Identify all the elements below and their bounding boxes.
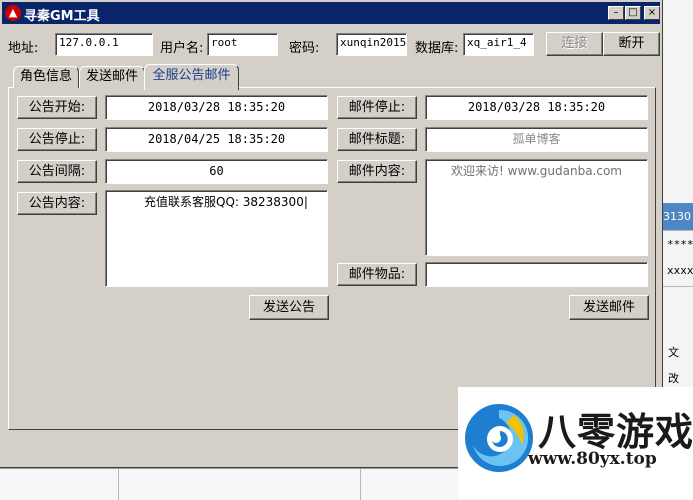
- announce-start-field[interactable]: 2018/03/28 18:35:20: [105, 95, 328, 120]
- close-button[interactable]: ×: [644, 6, 660, 20]
- database-label: 数据库:: [415, 41, 459, 56]
- announce-interval-field[interactable]: 60: [105, 159, 328, 184]
- username-input[interactable]: root: [207, 33, 278, 56]
- mail-items-field[interactable]: [425, 262, 648, 287]
- send-announcement-button[interactable]: 发送公告: [249, 295, 329, 320]
- mail-title-button[interactable]: 邮件标题:: [337, 128, 417, 151]
- mail-content-text: 欢迎来访! www.gudanba.com: [451, 164, 622, 178]
- mail-content-textarea[interactable]: 欢迎来访! www.gudanba.com: [425, 159, 648, 256]
- minimize-button[interactable]: –: [608, 6, 624, 20]
- mail-content-button[interactable]: 邮件内容:: [337, 160, 417, 183]
- mail-stop-button[interactable]: 邮件停止:: [337, 96, 417, 119]
- connect-button[interactable]: 连接: [546, 32, 603, 56]
- watermark-logo: 八零游戏 www.80yx.top: [458, 387, 693, 499]
- tab-send-mail[interactable]: 发送邮件: [79, 66, 145, 88]
- mail-title-field[interactable]: 孤单博客: [425, 127, 648, 152]
- address-input[interactable]: 127.0.0.1: [55, 33, 153, 56]
- announce-stop-field[interactable]: 2018/04/25 18:35:20: [105, 127, 328, 152]
- announce-stop-button[interactable]: 公告停止:: [17, 128, 97, 151]
- tab-role-info[interactable]: 角色信息: [13, 66, 79, 88]
- window-title: 寻秦GM工具: [24, 9, 100, 24]
- announce-content-button[interactable]: 公告内容:: [17, 192, 97, 215]
- background-divider: [360, 469, 361, 500]
- background-cell: 文: [668, 346, 679, 359]
- background-cell: xxxx: [667, 264, 693, 277]
- background-cell: ****: [667, 238, 693, 251]
- send-mail-button[interactable]: 发送邮件: [569, 295, 649, 320]
- announce-start-button[interactable]: 公告开始:: [17, 96, 97, 119]
- address-label: 地址:: [8, 41, 39, 56]
- background-cell-text: 3130: [663, 210, 691, 223]
- mail-stop-field[interactable]: 2018/03/28 18:35:20: [425, 95, 648, 120]
- background-selected-cell: 3130: [663, 203, 693, 230]
- announce-interval-button[interactable]: 公告间隔:: [17, 160, 97, 183]
- database-input[interactable]: xq_air1_4: [463, 33, 534, 56]
- background-cell: 改: [668, 372, 679, 385]
- background-divider: [663, 230, 693, 231]
- watermark-url: www.80yx.top: [528, 449, 657, 469]
- app-flame-icon: ▲: [5, 5, 21, 21]
- swirl-logo-icon: [465, 404, 533, 472]
- password-label: 密码:: [289, 41, 320, 56]
- tab-global-announcement-mail[interactable]: 全服公告邮件: [144, 64, 239, 90]
- title-bar[interactable]: ▲ 寻秦GM工具 – □ ×: [2, 2, 660, 24]
- text-caret: |: [303, 195, 308, 209]
- background-divider: [663, 286, 693, 287]
- user-label: 用户名:: [160, 41, 204, 56]
- password-input[interactable]: xunqin2015: [336, 33, 407, 56]
- mail-items-button[interactable]: 邮件物品:: [337, 263, 417, 286]
- watermark-brand-name: 八零游戏: [538, 410, 693, 454]
- disconnect-button[interactable]: 断开: [603, 32, 660, 56]
- announce-content-text: 充值联系客服QQ: 38238300: [144, 195, 304, 209]
- background-divider: [118, 469, 119, 500]
- announce-content-textarea[interactable]: 充值联系客服QQ: 38238300|: [105, 190, 328, 287]
- maximize-button[interactable]: □: [625, 6, 641, 20]
